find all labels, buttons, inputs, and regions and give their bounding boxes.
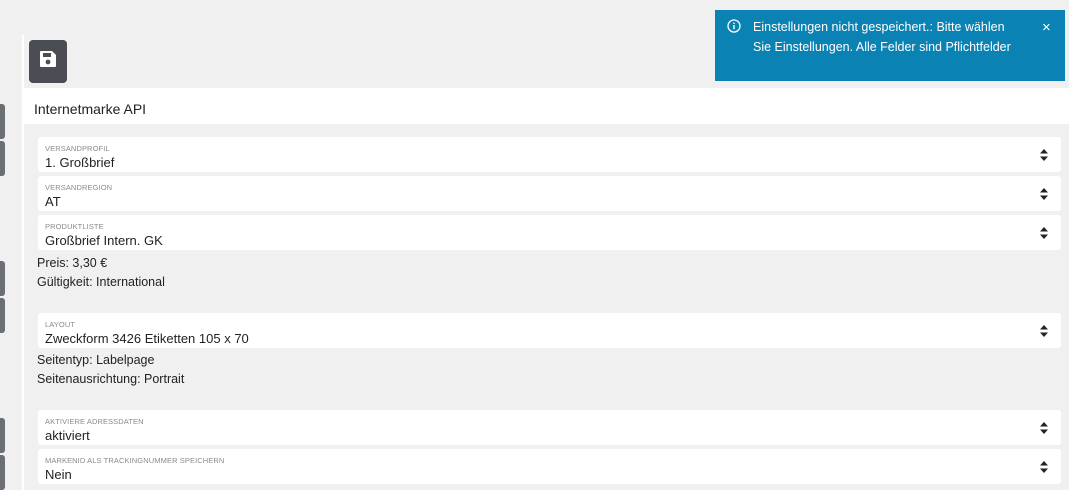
info-icon [727, 19, 741, 33]
produktliste-select[interactable]: PRODUKTLISTE Großbrief Intern. GK [38, 215, 1061, 250]
layout-value: Zweckform 3426 Etiketten 105 x 70 [45, 331, 249, 346]
section-header: Internetmarke API [24, 88, 1069, 124]
versandregion-value: AT [45, 194, 61, 209]
versandregion-label: VERSANDREGION [45, 183, 113, 192]
left-tab-4[interactable] [0, 298, 5, 333]
floppy-disk-icon [38, 49, 58, 74]
save-button[interactable] [29, 40, 67, 83]
left-tab-2[interactable] [0, 141, 5, 176]
seitenausrichtung-text: Seitenausrichtung: Portrait [37, 372, 185, 386]
adressdaten-select[interactable]: AKTIVIERE ADRESSDATEN aktiviert [38, 410, 1061, 445]
produktliste-label: PRODUKTLISTE [45, 222, 104, 231]
produktliste-value: Großbrief Intern. GK [45, 233, 163, 248]
toast-message: Einstellungen nicht gespeichert.: Bitte … [753, 20, 1011, 54]
left-tab-5[interactable] [0, 418, 5, 453]
versandprofil-value: 1. Großbrief [45, 155, 115, 170]
tracking-label: MARKENID ALS TRACKINGNUMMER SPEICHERN [45, 456, 225, 465]
adressdaten-value: aktiviert [45, 428, 90, 443]
left-tab-3[interactable] [0, 261, 5, 296]
left-tab-1[interactable] [0, 104, 5, 139]
sort-arrows-icon [1039, 227, 1049, 239]
sort-arrows-icon [1039, 422, 1049, 434]
layout-label: LAYOUT [45, 320, 76, 329]
preis-text: Preis: 3,30 € [37, 256, 108, 270]
tracking-select[interactable]: MARKENID ALS TRACKINGNUMMER SPEICHERN Ne… [38, 449, 1061, 484]
close-icon[interactable]: × [1042, 18, 1051, 38]
sort-arrows-icon [1039, 325, 1049, 337]
sort-arrows-icon [1039, 188, 1049, 200]
tracking-value: Nein [45, 467, 72, 482]
versandprofil-select[interactable]: VERSANDPROFIL 1. Großbrief [38, 137, 1061, 172]
adressdaten-label: AKTIVIERE ADRESSDATEN [45, 417, 144, 426]
versandprofil-label: VERSANDPROFIL [45, 144, 110, 153]
left-tab-6[interactable] [0, 455, 5, 490]
gueltigkeit-text: Gültigkeit: International [37, 275, 165, 289]
left-tab-strip [0, 0, 8, 490]
layout-select[interactable]: LAYOUT Zweckform 3426 Etiketten 105 x 70 [38, 313, 1061, 348]
sort-arrows-icon [1039, 461, 1049, 473]
versandregion-select[interactable]: VERSANDREGION AT [38, 176, 1061, 211]
seitentyp-text: Seitentyp: Labelpage [37, 353, 155, 367]
section-title: Internetmarke API [34, 101, 147, 117]
error-toast: Einstellungen nicht gespeichert.: Bitte … [715, 10, 1065, 81]
sort-arrows-icon [1039, 149, 1049, 161]
